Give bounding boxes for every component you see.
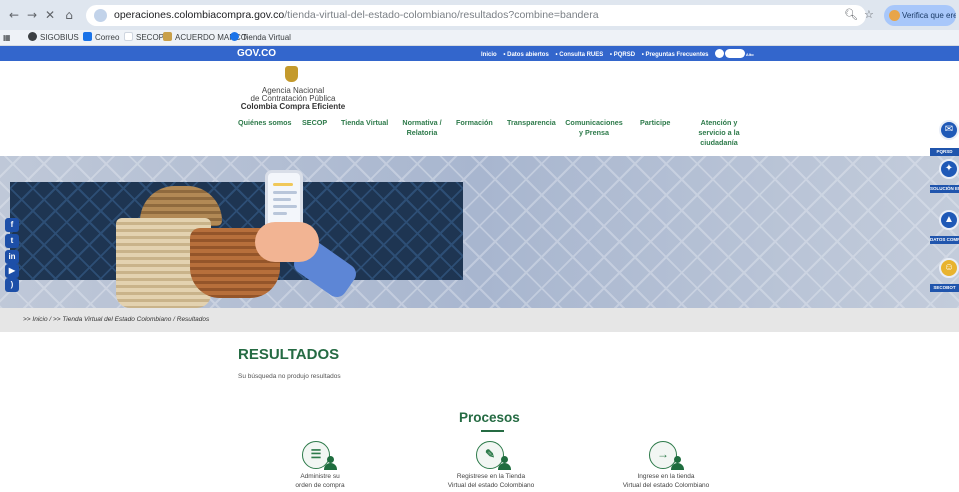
govco-link-pqrsd[interactable]: • PQRSD: [610, 52, 635, 58]
page-title: RESULTADOS: [238, 346, 340, 363]
youtube-icon[interactable]: ▶: [5, 264, 19, 278]
hand-illustration: [255, 222, 319, 262]
chart-icon[interactable]: ▲: [939, 210, 959, 230]
nav-secop[interactable]: SECOP: [302, 118, 327, 128]
secobot-label[interactable]: SECOBOT: [930, 284, 959, 292]
bookmarks-bar: ▦ SIGOBIUS Correo SECOP ACUERDO MARCO Ti…: [0, 30, 959, 46]
breadcrumb-text[interactable]: >> Inicio / >> Tienda Virtual del Estado…: [23, 316, 209, 323]
apps-grid-icon[interactable]: ▦: [3, 32, 11, 44]
checklist-icon[interactable]: ☰: [302, 441, 337, 470]
contrast-toggle[interactable]: [725, 49, 745, 58]
nav-quienes-somos[interactable]: Quiénes somos: [238, 118, 292, 128]
profile-button[interactable]: Verifica que eres tú: [884, 5, 956, 26]
avatar: [889, 10, 900, 21]
nav-comunicaciones[interactable]: Comunicaciones y Prensa: [564, 118, 624, 138]
site-info-icon[interactable]: [94, 9, 107, 22]
pqrsd-icon[interactable]: ✉: [939, 120, 959, 140]
url-text: operaciones.colombiacompra.gov.co/tienda…: [114, 9, 599, 21]
close-icon[interactable]: ✕: [42, 7, 58, 23]
linkedin-icon[interactable]: in: [5, 250, 19, 264]
bookmark-sigobius[interactable]: SIGOBIUS: [28, 32, 79, 44]
chatbot-icon[interactable]: ☺: [939, 258, 959, 278]
govco-link-rues[interactable]: • Consulta RUES: [555, 52, 603, 58]
twitter-icon[interactable]: t: [5, 234, 19, 248]
results-message: Su búsqueda no produjo resultados: [238, 373, 341, 380]
back-arrow-icon[interactable]: ←: [6, 7, 22, 23]
rss-icon[interactable]: ): [5, 278, 19, 292]
accessibility-label: Alto: [745, 52, 754, 57]
nav-formacion[interactable]: Formación: [456, 118, 493, 128]
nav-normativa[interactable]: Normativa / Relatoria: [402, 118, 442, 138]
star-icon[interactable]: ☆: [864, 8, 874, 21]
pencil-icon[interactable]: ✎: [476, 441, 511, 470]
forward-arrow-icon[interactable]: →: [24, 7, 40, 23]
govco-links: Inicio • Datos abiertos • Consulta RUES …: [481, 49, 759, 58]
pqrsd-label[interactable]: PQRSD: [930, 148, 959, 156]
nav-transparencia[interactable]: Transparencia: [507, 118, 556, 128]
bookmark-correo[interactable]: Correo: [83, 32, 119, 44]
hero-banner: [0, 156, 959, 308]
govco-bar: GOV.CO Inicio • Datos abiertos • Consult…: [0, 46, 959, 61]
govco-link-preguntas[interactable]: • Preguntas Frecuentes: [642, 52, 709, 58]
home-icon[interactable]: ⌂: [61, 7, 77, 23]
bookmark-tienda-virtual[interactable]: Tienda Virtual: [230, 32, 291, 44]
login-arrow-icon[interactable]: →: [649, 441, 684, 470]
facebook-icon[interactable]: f: [5, 218, 19, 232]
address-bar[interactable]: operaciones.colombiacompra.gov.co/tienda…: [86, 5, 866, 26]
bookmark-secop[interactable]: SECOP: [124, 32, 164, 44]
govco-link-inicio[interactable]: Inicio: [481, 52, 497, 58]
title-underline: [481, 430, 504, 432]
coat-of-arms-icon: [285, 66, 298, 82]
proceso-registrese[interactable]: Registrese en la Tienda Virtual del esta…: [431, 472, 551, 490]
datos-label[interactable]: DATOS COMPRA PÚBLICA: [930, 236, 959, 244]
lightbulb-icon[interactable]: ✦: [939, 159, 959, 179]
nav-atencion[interactable]: Atención y servicio a la ciudadanía: [694, 118, 744, 148]
breadcrumb: >> Inicio / >> Tienda Virtual del Estado…: [0, 308, 959, 332]
browser-toolbar: ← → ✕ ⌂ operaciones.colombiacompra.gov.c…: [0, 0, 959, 30]
nav-participe[interactable]: Participe: [640, 118, 670, 128]
accessibility-icon[interactable]: [715, 49, 725, 58]
proceso-ingrese[interactable]: Ingrese en la tienda Virtual del estado …: [606, 472, 726, 490]
govco-link-datos[interactable]: • Datos abiertos: [503, 52, 548, 58]
proceso-administre[interactable]: Administre su orden de compra: [260, 472, 380, 490]
agency-logo[interactable]: Agencia Nacional de Contratación Pública…: [238, 87, 348, 111]
procesos-title: Procesos: [459, 410, 520, 425]
govco-logo[interactable]: GOV.CO: [237, 48, 276, 59]
solucion-label[interactable]: SOLUCIÓN EN LÍNEA: [930, 185, 959, 193]
zoom-icon[interactable]: 🔍︎: [844, 8, 858, 21]
nav-tienda-virtual[interactable]: Tienda Virtual: [341, 118, 388, 128]
